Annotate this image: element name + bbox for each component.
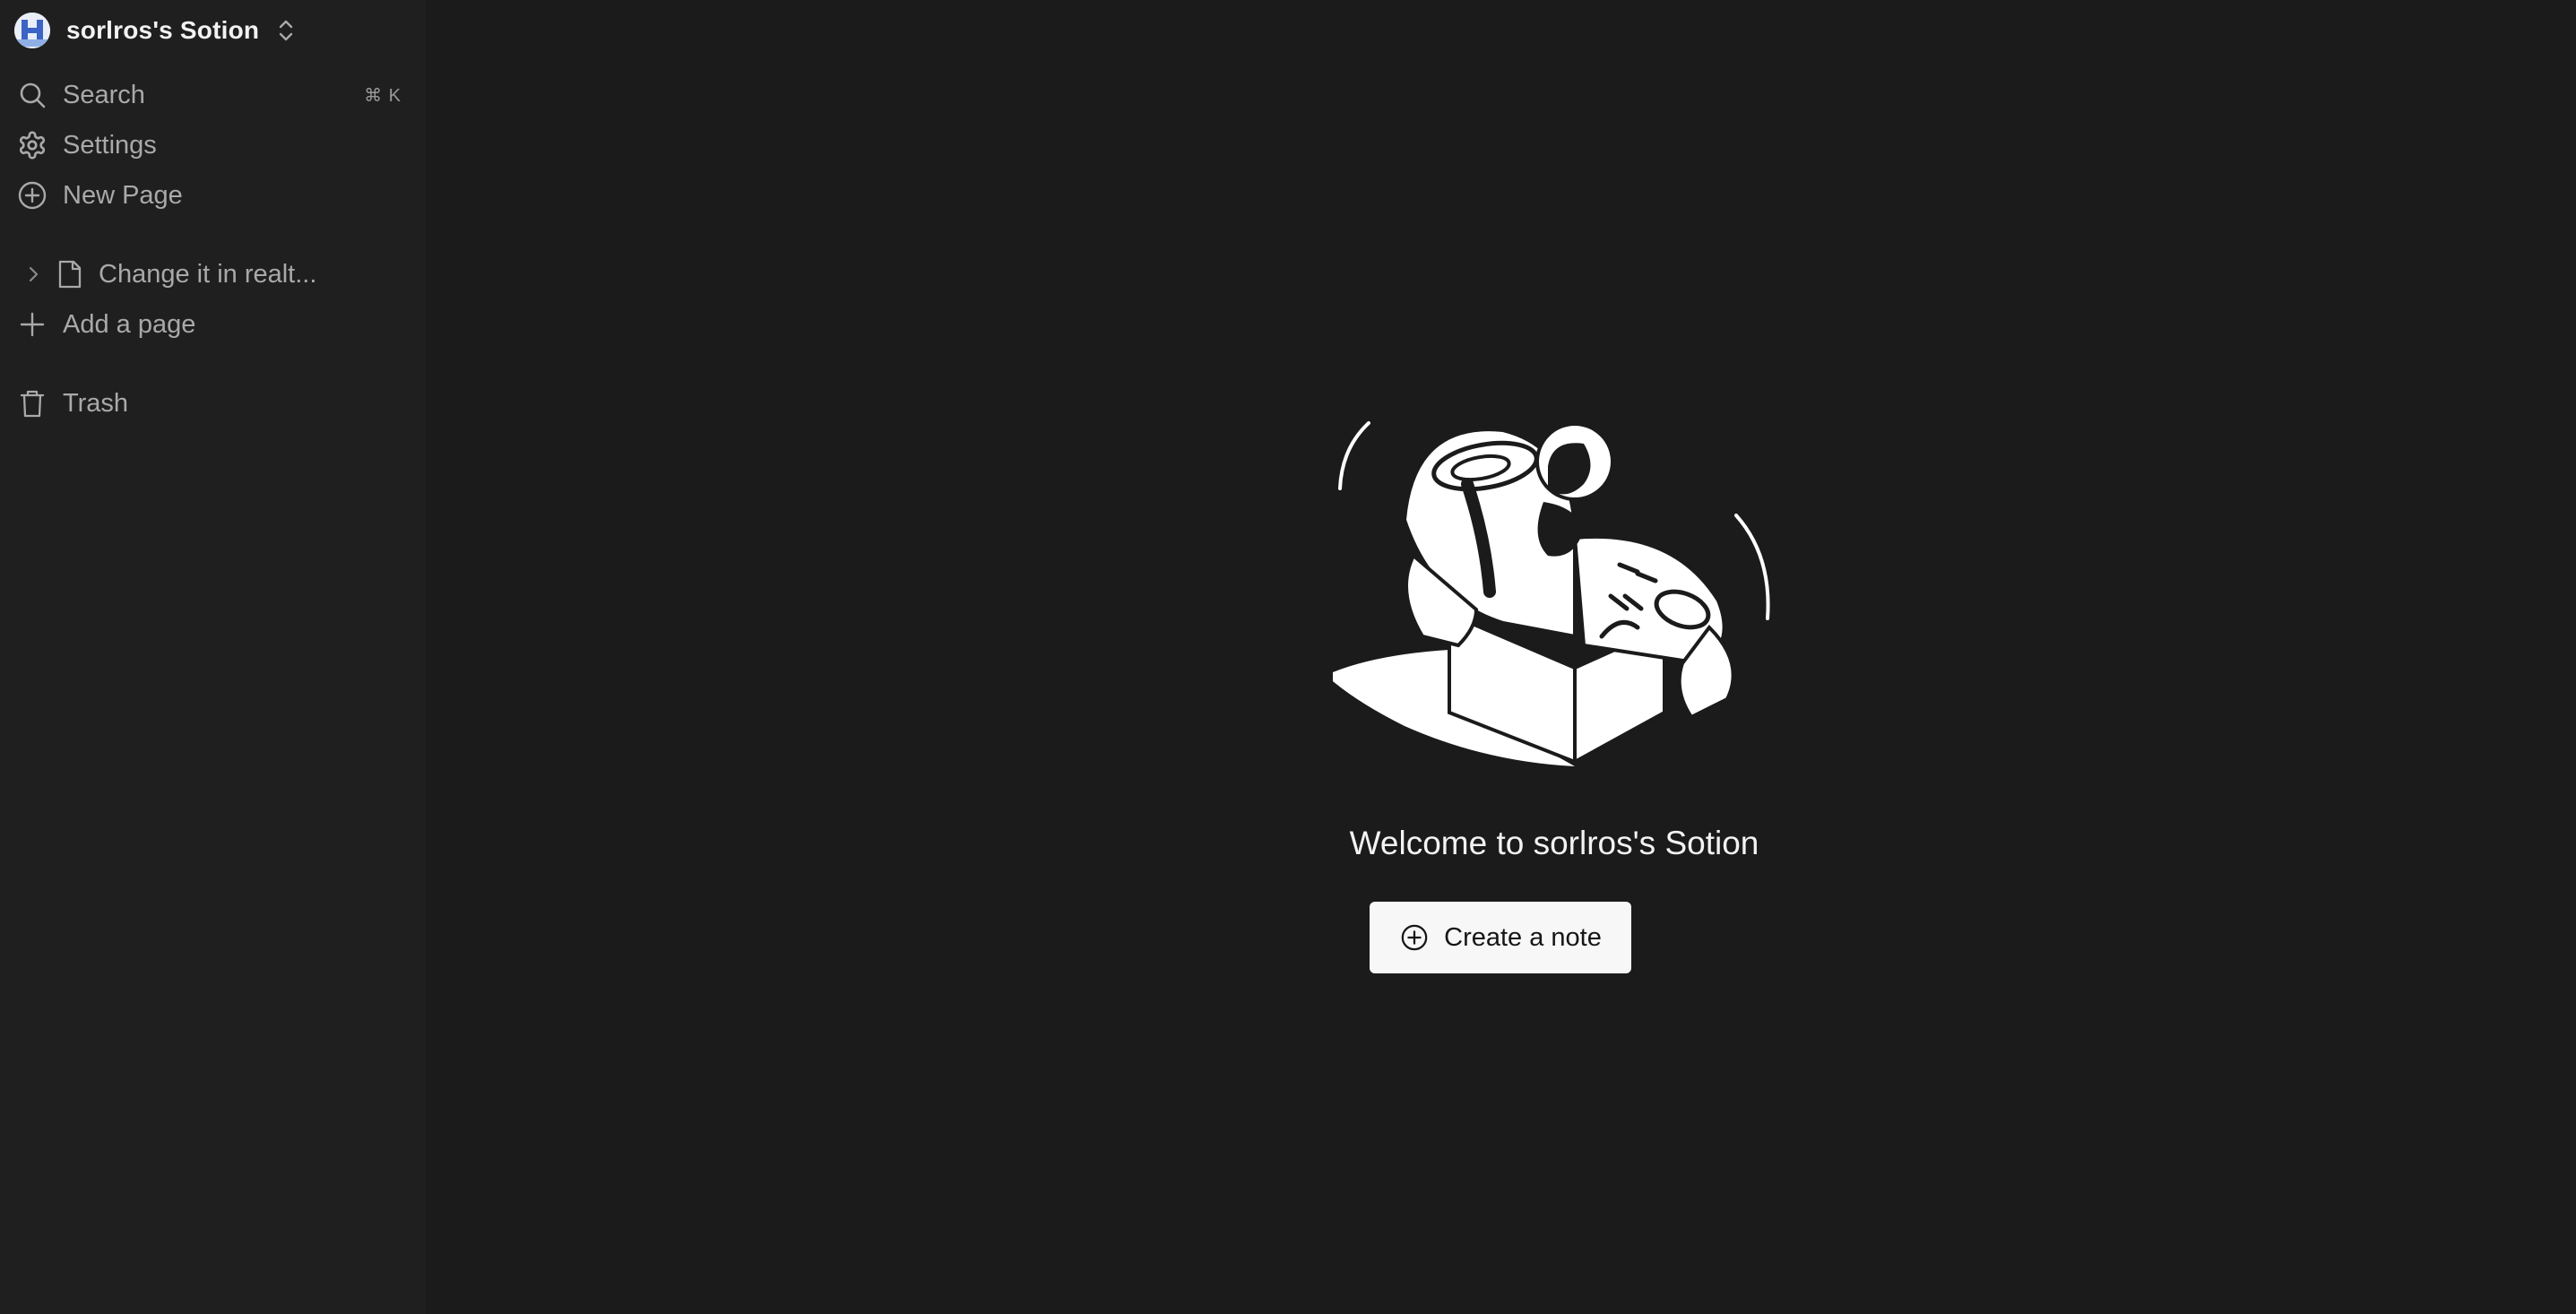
search-icon [16, 79, 48, 111]
plus-circle-icon [1399, 922, 1430, 953]
sidebar-item-label: Add a page [63, 309, 196, 339]
create-note-label: Create a note [1444, 922, 1602, 952]
page-tree-item[interactable]: Change it in realt... [16, 253, 402, 296]
app-window: sorlros's Sotion Search ⌘ K Settings New… [0, 0, 2576, 1314]
sidebar-item-add-page[interactable]: Add a page [16, 303, 402, 346]
sidebar-item-label: New Page [63, 180, 183, 210]
trash-icon [16, 387, 48, 419]
keyboard-shortcut: ⌘ K [364, 85, 402, 106]
welcome-heading: Welcome to sorlros's Sotion [1349, 825, 1759, 861]
chevron-up-down-icon [277, 17, 295, 44]
sidebar-item-label: Trash [63, 388, 129, 418]
gear-icon [16, 129, 48, 161]
workspace-name: sorlros's Sotion [66, 16, 260, 44]
page-title: Change it in realt... [99, 259, 317, 289]
main-content: Welcome to sorlros's Sotion Create a not… [426, 0, 2576, 1314]
sidebar-item-search[interactable]: Search ⌘ K [16, 73, 402, 117]
sidebar-item-new-page[interactable]: New Page [16, 174, 402, 217]
create-note-button[interactable]: Create a note [1370, 902, 1631, 973]
plus-circle-icon [16, 179, 48, 212]
sidebar-item-trash[interactable]: Trash [16, 382, 402, 425]
empty-state-illustration [1333, 421, 1770, 766]
workspace-switcher[interactable]: sorlros's Sotion [14, 11, 295, 50]
sidebar-item-settings[interactable]: Settings [16, 124, 402, 167]
document-icon [54, 258, 86, 290]
sidebar: sorlros's Sotion Search ⌘ K Settings New… [0, 0, 426, 1314]
sidebar-item-label: Settings [63, 130, 157, 160]
chevron-right-icon[interactable] [20, 258, 47, 290]
sidebar-item-label: Search [63, 80, 145, 109]
workspace-avatar-icon [14, 13, 50, 48]
plus-icon [16, 308, 48, 341]
